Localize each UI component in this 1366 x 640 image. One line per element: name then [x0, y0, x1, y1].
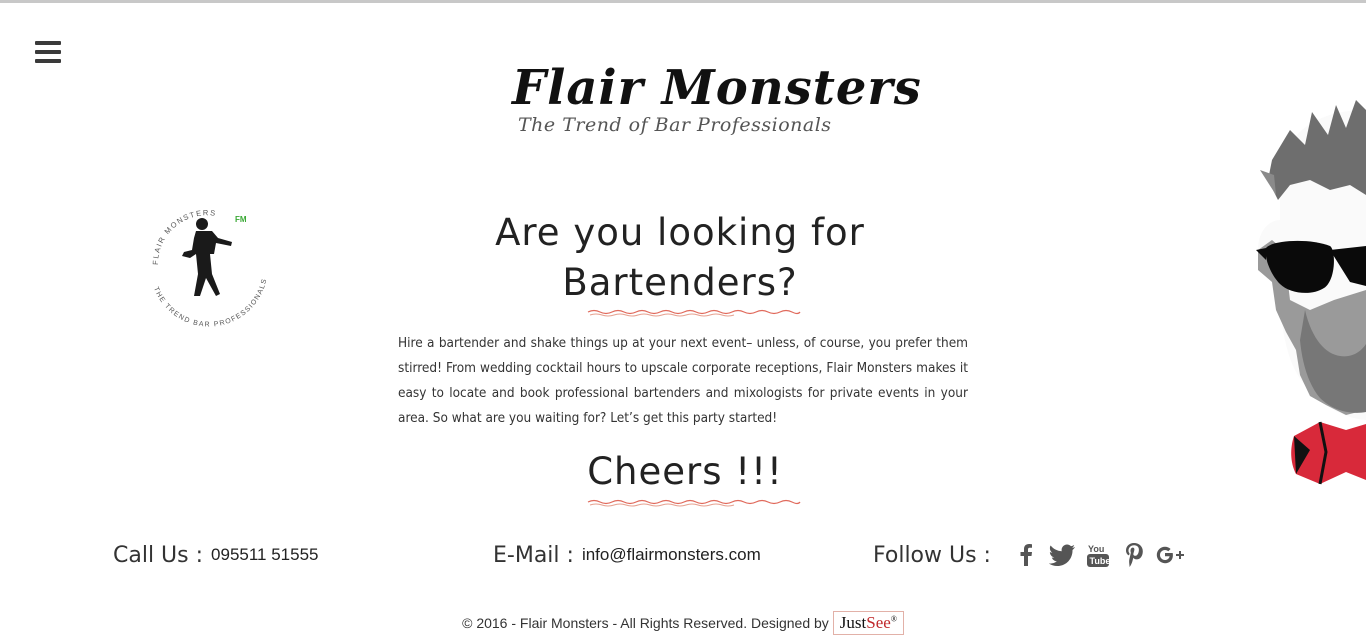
svg-text:You: You: [1088, 544, 1104, 554]
copyright-text: © 2016 - Flair Monsters - All Rights Res…: [462, 615, 829, 631]
google-plus-icon[interactable]: [1155, 540, 1185, 570]
facebook-icon[interactable]: [1011, 540, 1041, 570]
intro-paragraph: Hire a bartender and shake things up at …: [398, 335, 968, 426]
svg-text:Tube: Tube: [1089, 556, 1109, 566]
call-us-label: Call Us :: [113, 542, 204, 568]
hamburger-icon-bar: [35, 50, 61, 54]
email-label: E-Mail :: [493, 542, 574, 568]
youtube-icon[interactable]: You Tube: [1083, 540, 1113, 570]
hamburger-icon-bar: [35, 59, 61, 63]
email-block: E-Mail : info@flairmonsters.com: [493, 538, 761, 572]
email-address[interactable]: info@flairmonsters.com: [582, 545, 761, 564]
hamburger-icon: [35, 41, 61, 45]
page-headline: Are you looking for Bartenders?: [430, 208, 930, 308]
top-border: [0, 0, 1366, 3]
follow-us-label: Follow Us :: [873, 542, 991, 568]
designer-credit-link[interactable]: JustSee®: [832, 611, 904, 635]
email-link[interactable]: info@flairmonsters.com: [582, 545, 761, 565]
social-links: You Tube: [1005, 540, 1185, 570]
cheers-heading: Cheers !!!: [587, 450, 783, 493]
bartender-mascot-illustration: [1256, 100, 1366, 485]
logo-tagline: The Trend of Bar Professionals: [518, 114, 832, 136]
dancer-silhouette: [182, 218, 232, 296]
headline-line-1: Are you looking for: [495, 211, 865, 254]
hamburger-menu-button[interactable]: [35, 41, 61, 63]
badge-initials: FM: [235, 215, 247, 224]
credit-just: Just: [839, 613, 867, 632]
flair-monsters-badge: FLAIR MONSTERS THE TREND BAR PROFESSIONA…: [151, 208, 267, 328]
twitter-icon[interactable]: [1047, 540, 1077, 570]
site-logo[interactable]: Flair Monsters The Trend of Bar Professi…: [500, 60, 921, 150]
headline-line-2: Bartenders?: [562, 261, 798, 304]
credit-registered-mark: ®: [890, 614, 897, 624]
pinterest-icon[interactable]: [1119, 540, 1149, 570]
phone-number[interactable]: 095511 51555: [211, 545, 318, 565]
follow-us-block: Follow Us : You Tube: [873, 538, 1185, 572]
headline-underline: [587, 309, 801, 317]
logo-title: Flair Monsters: [512, 60, 922, 116]
site-footer: © 2016 - Flair Monsters - All Rights Res…: [0, 610, 1366, 636]
call-us-block: Call Us : 095511 51555: [113, 538, 319, 572]
credit-see: See: [866, 613, 891, 632]
cheers-underline: [587, 499, 801, 507]
